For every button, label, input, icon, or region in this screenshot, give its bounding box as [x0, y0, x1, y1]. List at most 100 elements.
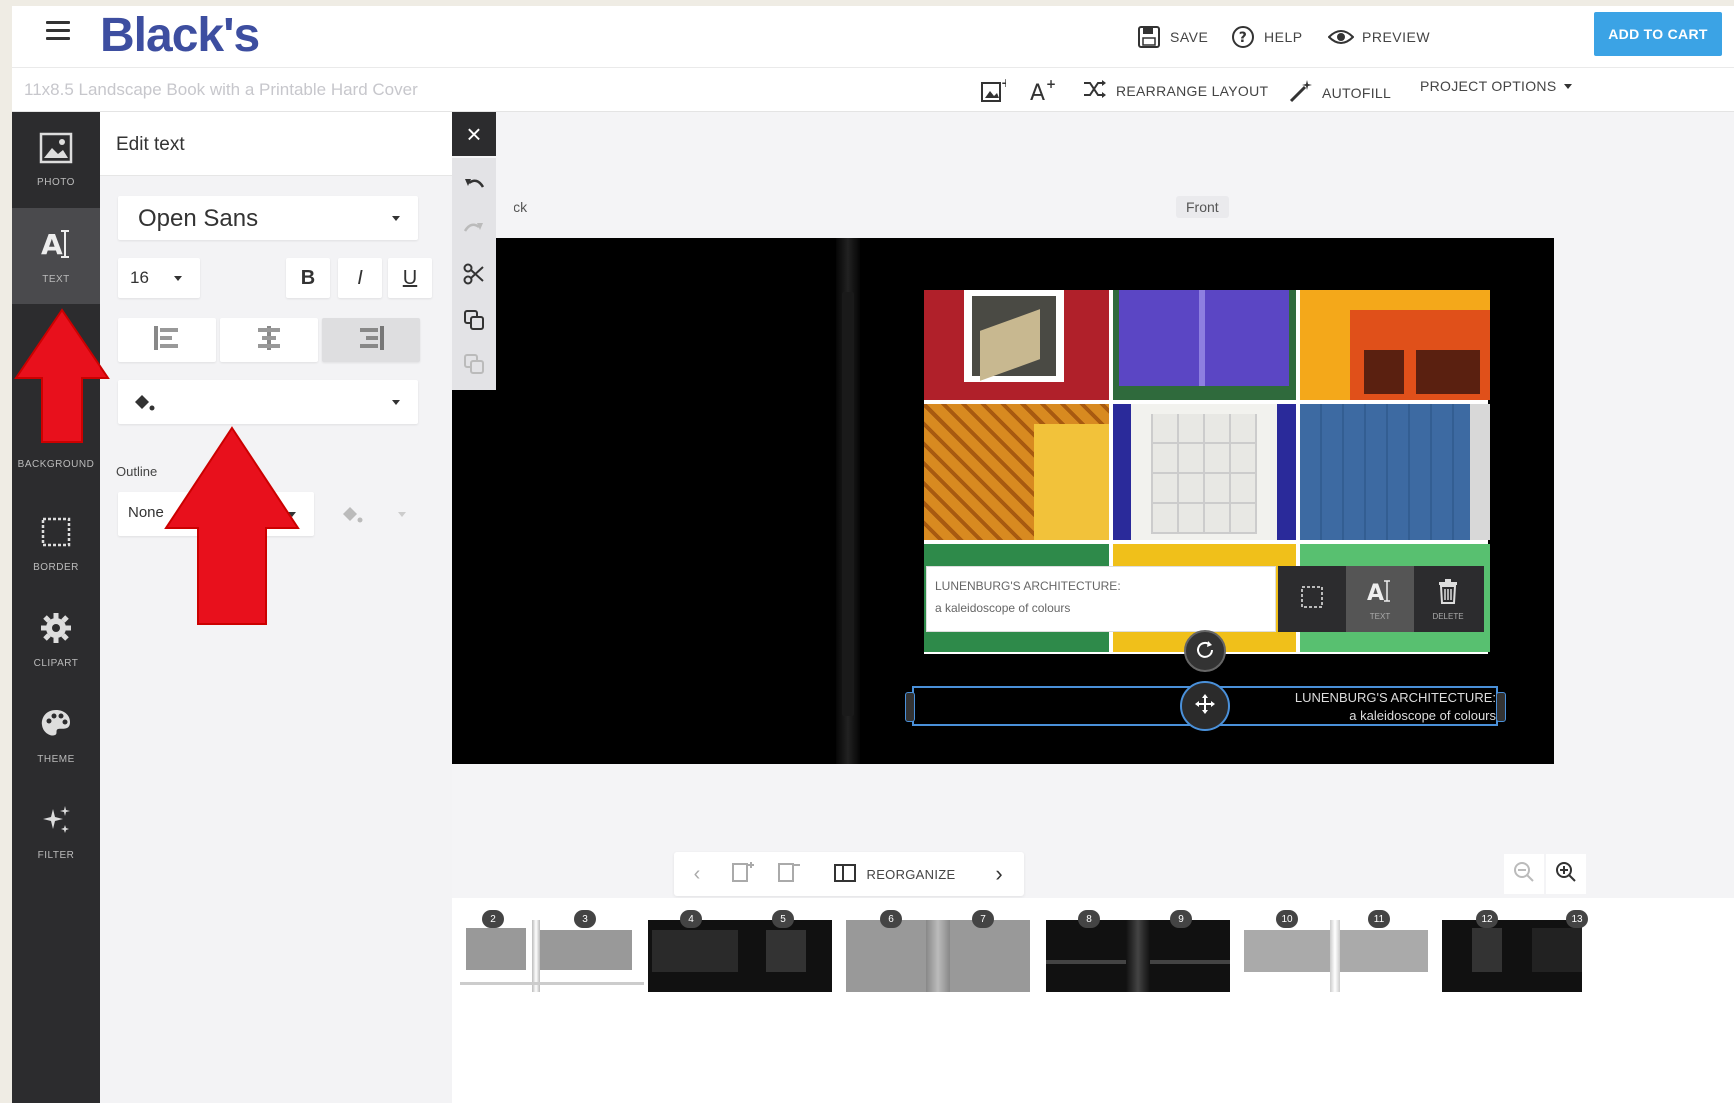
shuffle-icon [1082, 78, 1108, 103]
float-delete-button[interactable]: DELETE [1414, 566, 1482, 632]
project-title: 11x8.5 Landscape Book with a Printable H… [24, 80, 418, 99]
add-page-button[interactable] [720, 852, 766, 896]
svg-text:+: + [1046, 78, 1056, 91]
underline-button[interactable]: U [388, 258, 432, 298]
font-size-select[interactable]: 16 [118, 258, 200, 298]
align-center-button[interactable] [220, 318, 318, 362]
photo-cell[interactable] [924, 404, 1109, 540]
zoom-out-button[interactable] [1504, 854, 1544, 894]
add-text-icon: A + [1028, 77, 1056, 107]
rail-item-theme[interactable]: THEME [12, 688, 100, 784]
page-navigator: ‹ REORGANIZE › [674, 852, 1024, 896]
text-color-select[interactable] [118, 380, 418, 424]
reorganize-icon [833, 862, 859, 887]
back-cover-label: Back [496, 199, 528, 215]
reorganize-button[interactable]: REORGANIZE [812, 852, 976, 896]
thumbnail-spread[interactable] [1244, 920, 1428, 992]
rail-label: TEXT [42, 274, 70, 285]
caption-text-box[interactable]: LUNENBURG'S ARCHITECTURE: a kaleidoscope… [926, 566, 1276, 632]
text-icon: A [39, 227, 73, 266]
rail-item-photo[interactable]: PHOTO [12, 112, 100, 208]
rail-item-border[interactable]: BORDER [12, 496, 100, 592]
rail-item-text[interactable]: A TEXT [12, 208, 100, 304]
rail-item-clipart[interactable]: CLIPART [12, 592, 100, 688]
save-button[interactable]: SAVE [1136, 24, 1208, 50]
float-border-button[interactable] [1278, 566, 1346, 632]
align-left-icon [152, 324, 182, 357]
page-number: 9 [1170, 910, 1192, 928]
project-options-dropdown[interactable]: PROJECT OPTIONS [1420, 78, 1573, 94]
rearrange-layout-button[interactable]: REARRANGE LAYOUT [1082, 78, 1268, 103]
chevron-down-icon [1564, 83, 1573, 89]
palette-icon [39, 707, 73, 746]
italic-button[interactable]: I [338, 258, 382, 298]
thumbnail-spread[interactable] [648, 920, 832, 992]
magic-wand-icon [1288, 78, 1314, 107]
copy-button[interactable] [452, 300, 496, 344]
project-options-label: PROJECT OPTIONS [1420, 78, 1557, 94]
paint-bucket-icon [340, 507, 364, 530]
resize-handle-right[interactable] [1496, 692, 1506, 722]
move-handle[interactable] [1180, 681, 1230, 731]
page-number: 10 [1276, 910, 1298, 928]
help-label: HELP [1264, 29, 1303, 45]
menu-icon[interactable] [46, 21, 70, 43]
float-delete-label: DELETE [1432, 611, 1464, 621]
photo-cell[interactable] [1113, 290, 1296, 400]
spine-handle[interactable] [842, 292, 854, 716]
border-icon [39, 515, 73, 554]
align-right-button[interactable] [322, 318, 420, 362]
cut-button[interactable] [452, 254, 496, 298]
float-text-button[interactable]: A TEXT [1346, 566, 1414, 632]
align-left-button[interactable] [118, 318, 216, 362]
question-circle-icon: ? [1230, 24, 1256, 50]
autofill-label: AUTOFILL [1322, 84, 1392, 101]
rail-item-filter[interactable]: FILTER [12, 784, 100, 880]
thumbnail-spread[interactable] [1442, 920, 1582, 992]
thumbnail-spread[interactable] [846, 920, 1030, 992]
rail-label: BACKGROUND [17, 458, 95, 470]
page-number: 6 [880, 910, 902, 928]
rail-label: CLIPART [33, 658, 79, 669]
font-family-select[interactable]: Open Sans [118, 196, 418, 240]
rotate-icon [1195, 639, 1215, 664]
zoom-in-button[interactable] [1546, 854, 1586, 894]
rotate-handle[interactable] [1184, 630, 1226, 672]
paste-button[interactable] [452, 344, 496, 388]
photo-cell[interactable] [1113, 404, 1296, 540]
outline-color-select[interactable] [340, 504, 406, 531]
eye-icon [1328, 24, 1354, 50]
move-arrows-icon [1193, 692, 1217, 721]
page-number: 4 [680, 910, 702, 928]
bold-button[interactable]: B [286, 258, 330, 298]
autofill-button[interactable]: AUTOFILL [1288, 78, 1391, 107]
image-icon [39, 132, 73, 169]
photo-cell[interactable] [1300, 290, 1490, 400]
thumbnail-spread[interactable] [460, 920, 644, 992]
font-family-value: Open Sans [138, 205, 259, 232]
next-page-button[interactable]: › [976, 852, 1022, 896]
remove-page-button[interactable] [766, 852, 812, 896]
close-icon: × [466, 118, 482, 149]
rail-label: FILTER [37, 850, 75, 861]
red-arrow-annotation [164, 426, 300, 625]
resize-handle-left[interactable] [905, 692, 915, 722]
close-panel-button[interactable]: × [452, 112, 496, 156]
save-label: SAVE [1170, 29, 1209, 45]
add-text-box-button[interactable]: A + [1028, 77, 1056, 107]
add-photo-box-button[interactable]: + [980, 76, 1011, 107]
prev-page-button[interactable]: ‹ [674, 852, 720, 896]
redo-button[interactable] [452, 208, 496, 252]
photo-cell[interactable] [924, 290, 1109, 400]
preview-button[interactable]: PREVIEW [1328, 24, 1430, 50]
undo-button[interactable] [452, 164, 496, 208]
thumbnail-spread[interactable] [1046, 920, 1230, 992]
add-to-cart-button[interactable]: ADD TO CART [1594, 12, 1722, 56]
project-toolbar: 11x8.5 Landscape Book with a Printable H… [12, 68, 1734, 112]
help-button[interactable]: ? HELP [1230, 24, 1303, 50]
red-arrow-annotation [14, 308, 110, 443]
brand-logo[interactable]: Black's [100, 8, 260, 63]
photo-cell[interactable] [1300, 404, 1490, 540]
sparkle-icon [39, 803, 73, 842]
page-number: 2 [482, 910, 504, 928]
